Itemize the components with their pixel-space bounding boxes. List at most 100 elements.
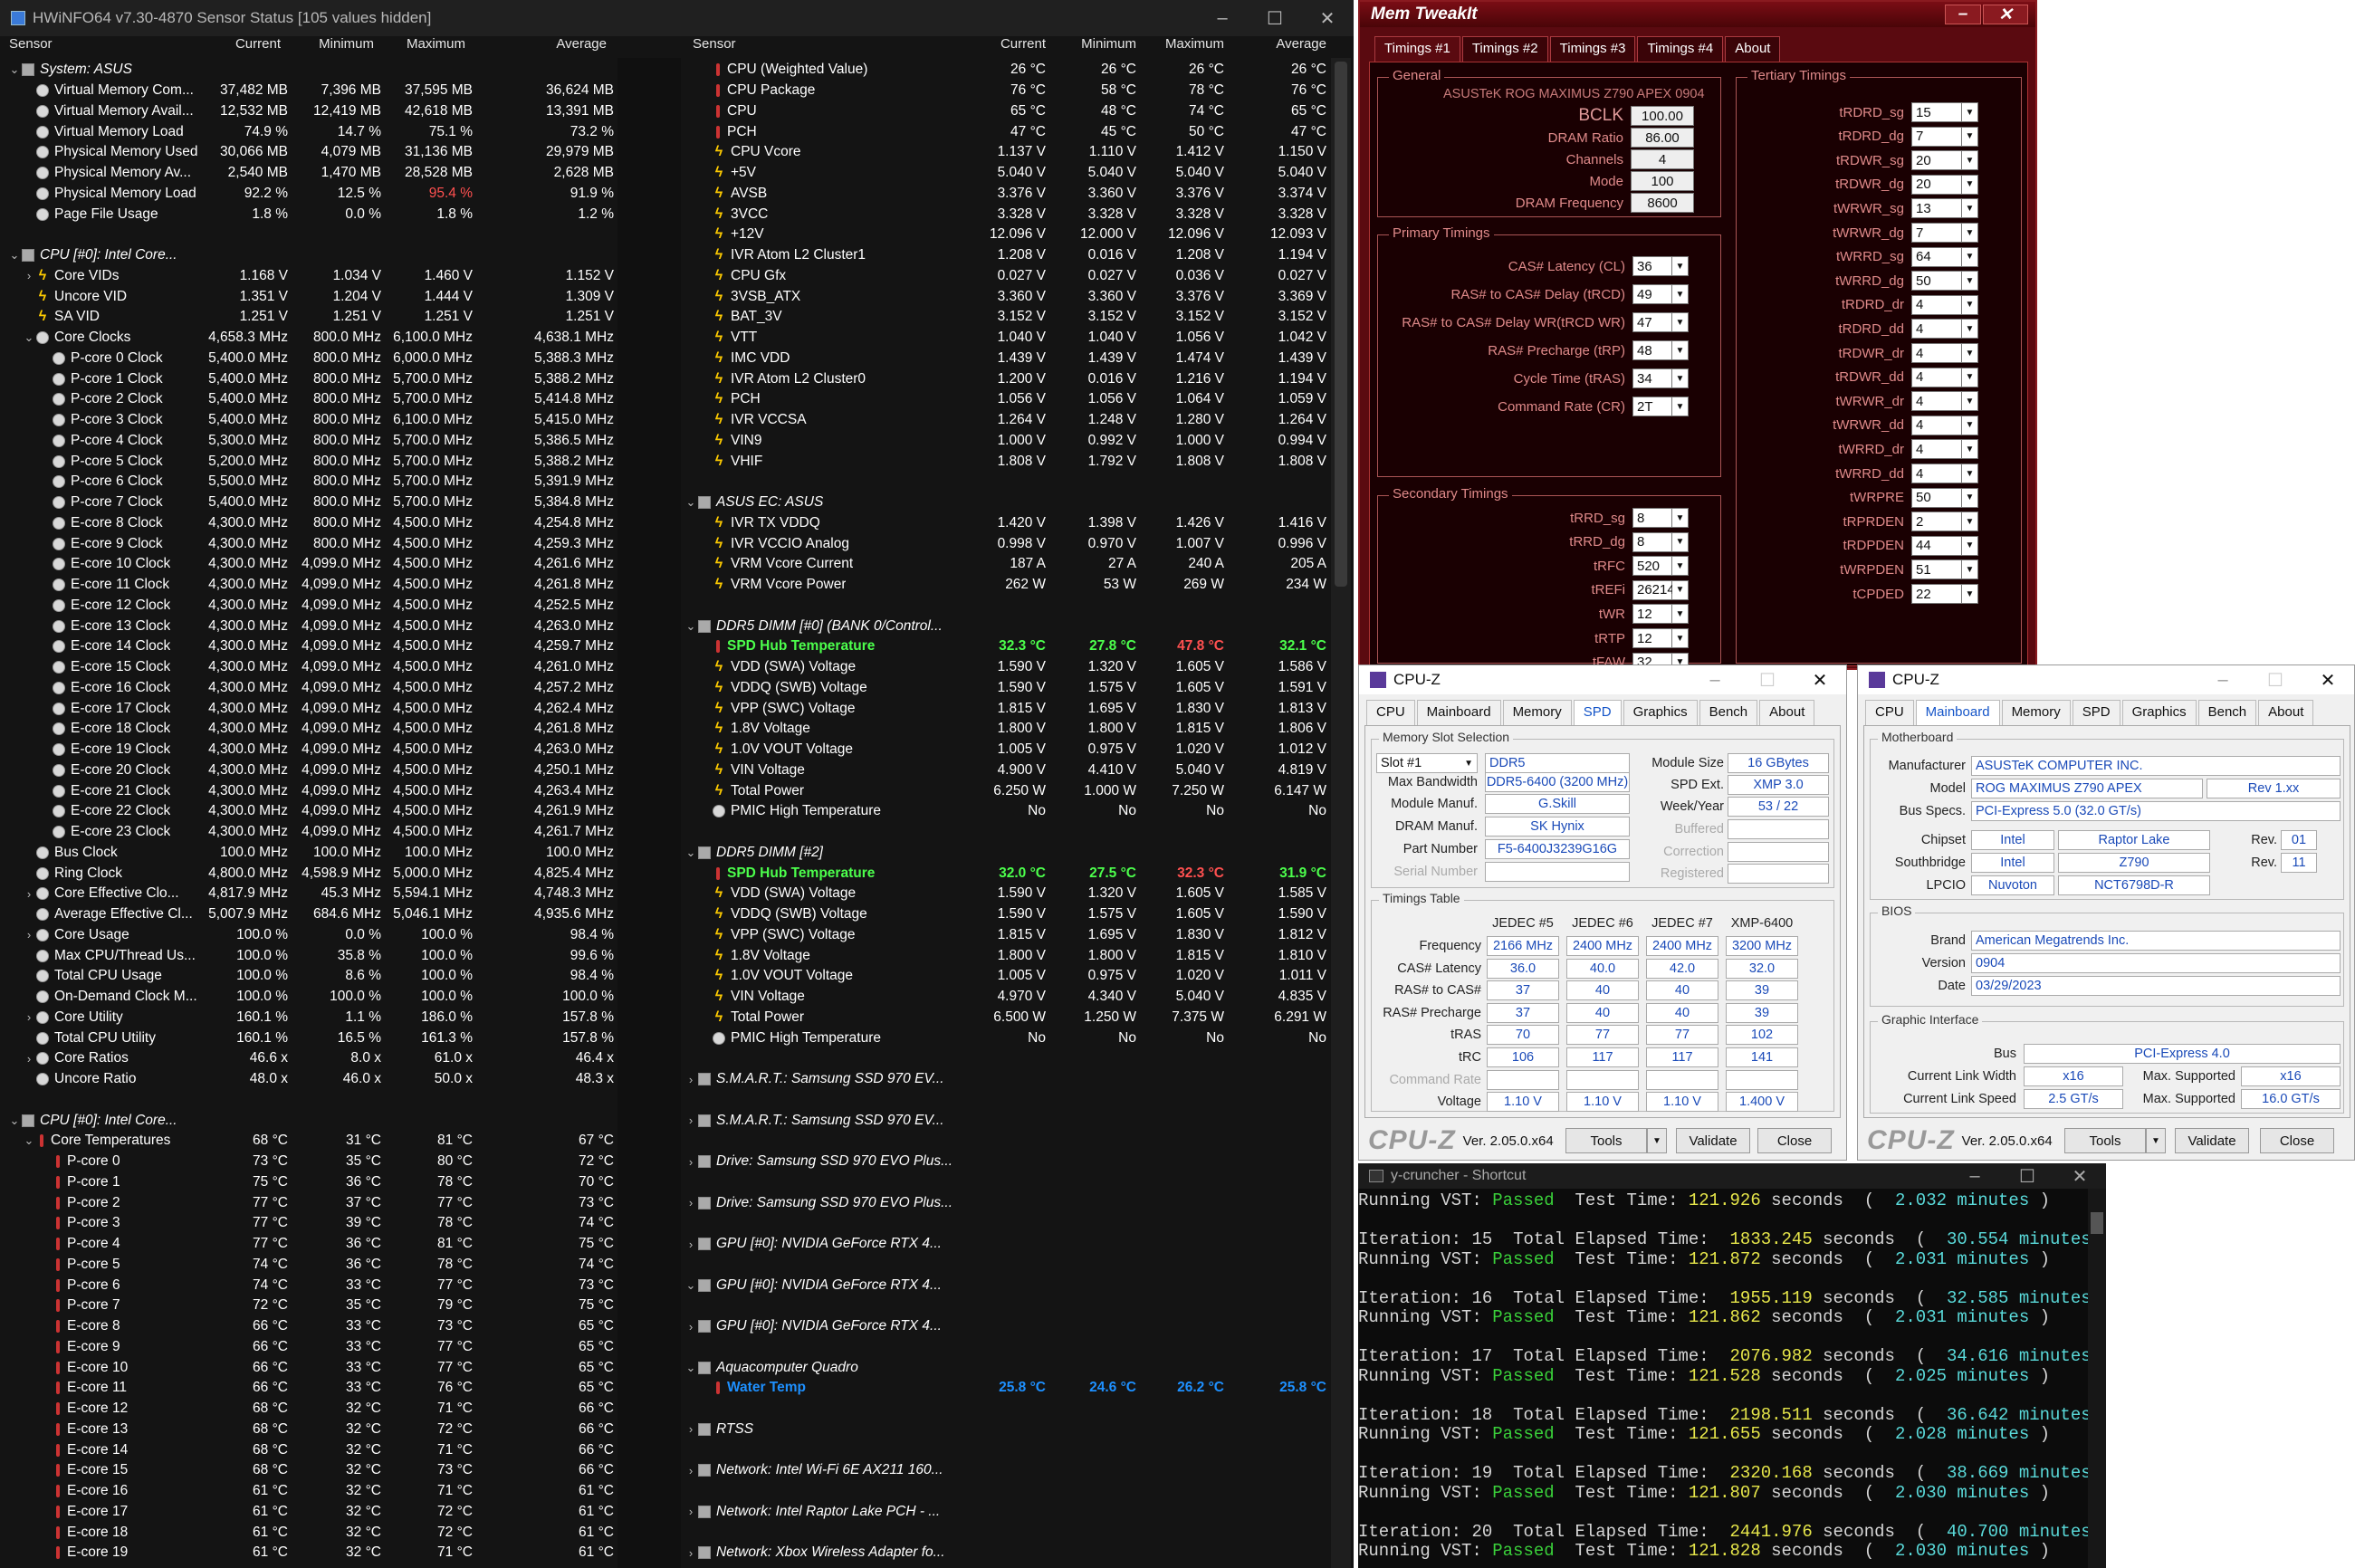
minimize-button[interactable]: –: [1196, 0, 1249, 36]
field-value[interactable]: 50: [1911, 487, 1962, 508]
sensor-row[interactable]: › Core Effective Clo... 4,817.9 MHz 45.3 MH…: [7, 884, 616, 904]
sensor-row[interactable]: Physical Memory Av... 2,540 MB 1,470 MB 28,…: [7, 163, 616, 184]
dropdown-arrow-icon[interactable]: ▼: [1962, 271, 1978, 292]
sensor-row[interactable]: E-core 14 68 °C 32 °C 71 °C 66 °C: [7, 1439, 616, 1460]
right-column-header[interactable]: Sensor Current Minimum Maximum Average: [684, 36, 1335, 58]
tab-cpu[interactable]: CPU: [1366, 700, 1415, 725]
sensor-row[interactable]: PCH 47 °C 45 °C 50 °C 47 °C: [684, 121, 1328, 142]
sensor-row[interactable]: ϟ VDD (SWA) Voltage 1.590 V 1.320 V 1.605 V 1…: [684, 884, 1328, 904]
expand-chevron-icon[interactable]: ›: [22, 1052, 36, 1066]
tab-graphics[interactable]: Graphics: [2121, 700, 2197, 725]
field-value[interactable]: 12: [1632, 604, 1672, 625]
right-scrollbar[interactable]: [1331, 58, 1351, 1568]
sensor-row[interactable]: ⌄ Core Temperatures 68 °C 31 °C 81 °C 67 °C: [7, 1131, 616, 1152]
sensor-row[interactable]: ϟ IVR Atom L2 Cluster0 1.200 V 0.016 V 1.216…: [684, 368, 1328, 389]
sensor-row[interactable]: ϟ IVR Atom L2 Cluster1 1.208 V 0.016 V 1.208…: [684, 245, 1328, 266]
expand-chevron-icon[interactable]: ›: [684, 1196, 698, 1209]
scrollbar-thumb[interactable]: [2091, 1212, 2103, 1234]
sensor-row[interactable]: P-core 4 Clock 5,300.0 MHz 800.0 MHz 5,700.…: [7, 431, 616, 452]
dropdown-arrow-icon[interactable]: ▼: [1962, 415, 1978, 435]
sensor-group-row[interactable]: ⌄ GPU [#0]: NVIDIA GeForce RTX 4...: [684, 1275, 1328, 1296]
maximize-button[interactable]: ☐: [2249, 665, 2302, 698]
tab-memory[interactable]: Memory: [1502, 700, 1572, 725]
tab-bench[interactable]: Bench: [2197, 700, 2257, 725]
tab-spd[interactable]: SPD: [2072, 700, 2120, 725]
sensor-row[interactable]: ϟ VDD (SWA) Voltage 1.590 V 1.320 V 1.605 V 1…: [684, 657, 1328, 678]
sensor-group-row[interactable]: › Drive: Samsung SSD 970 EVO Plus...: [684, 1192, 1328, 1213]
sensor-row[interactable]: CPU Package 76 °C 58 °C 78 °C 76 °C: [684, 81, 1328, 101]
field-value[interactable]: 4: [1911, 294, 1962, 315]
sensor-row[interactable]: E-core 23 Clock 4,300.0 MHz 4,099.0 MHz 4,5…: [7, 822, 616, 843]
field-value[interactable]: 520: [1632, 556, 1672, 577]
tab-memory[interactable]: Memory: [2001, 700, 2071, 725]
expand-chevron-icon[interactable]: ›: [22, 928, 36, 942]
cpuz-titlebar[interactable]: CPU-Z – ☐ ✕: [1359, 665, 1846, 694]
dropdown-arrow-icon[interactable]: ▼: [1672, 368, 1689, 388]
sensor-row[interactable]: ϟ IMC VDD 1.439 V 1.439 V 1.474 V 1.439 V: [684, 349, 1328, 369]
dropdown-arrow-icon[interactable]: ▼: [1962, 319, 1978, 339]
tab-timings-4[interactable]: Timings #4: [1637, 36, 1724, 62]
dropdown-arrow-icon[interactable]: ▼: [1672, 340, 1689, 360]
header-current[interactable]: Current: [190, 36, 281, 52]
sensor-row[interactable]: ϟ VIN Voltage 4.900 V 4.410 V 5.040 V 4.819 V: [684, 760, 1328, 781]
sensor-group-row[interactable]: › RTSS: [684, 1420, 1328, 1440]
field-value[interactable]: 7: [1911, 126, 1962, 147]
dropdown-arrow-icon[interactable]: ▼: [1672, 312, 1689, 332]
tab-mainboard[interactable]: Mainboard: [1416, 700, 1501, 725]
close-button[interactable]: ✕: [1794, 665, 1846, 698]
dropdown-arrow-icon[interactable]: ▼: [1672, 256, 1689, 276]
expand-chevron-icon[interactable]: ›: [684, 1155, 698, 1169]
tab-about[interactable]: About: [1759, 700, 1815, 725]
sensor-row[interactable]: Total CPU Usage 100.0 % 8.6 % 100.0 % 98.4 %: [7, 966, 616, 987]
sensor-row[interactable]: ⌄ Core Clocks 4,658.3 MHz 800.0 MHz 6,100.0 …: [7, 328, 616, 349]
sensor-group-row[interactable]: ⌄ Aquacomputer Quadro: [684, 1357, 1328, 1378]
tab-timings-2[interactable]: Timings #2: [1461, 36, 1548, 62]
field-value[interactable]: 8: [1632, 531, 1672, 552]
sensor-row[interactable]: P-core 6 Clock 5,500.0 MHz 800.0 MHz 5,700.…: [7, 472, 616, 492]
close-button[interactable]: ✕: [1983, 5, 2028, 24]
sensor-row[interactable]: ϟ SA VID 1.251 V 1.251 V 1.251 V 1.251 V: [7, 307, 616, 328]
sensor-row[interactable]: E-core 16 Clock 4,300.0 MHz 4,099.0 MHz 4,5…: [7, 678, 616, 699]
sensor-row[interactable]: ϟ PCH 1.056 V 1.056 V 1.064 V 1.059 V: [684, 389, 1328, 410]
tools-dropdown-icon[interactable]: ▼: [2146, 1128, 2166, 1153]
field-value[interactable]: 4: [1911, 367, 1962, 387]
expand-chevron-icon[interactable]: ›: [22, 1010, 36, 1024]
sensor-row[interactable]: Virtual Memory Load 74.9 % 14.7 % 75.1 % 73.…: [7, 121, 616, 142]
field-value[interactable]: 44: [1911, 535, 1962, 556]
sensor-row[interactable]: Max CPU/Thread Us... 100.0 % 35.8 % 100.0 %…: [7, 945, 616, 966]
sensor-row[interactable]: PMIC High Temperature No No No No: [684, 801, 1328, 822]
field-value[interactable]: 8: [1632, 508, 1672, 528]
sensor-row[interactable]: E-core 22 Clock 4,300.0 MHz 4,099.0 MHz 4,5…: [7, 801, 616, 822]
tab-mainboard[interactable]: Mainboard: [1915, 700, 2000, 725]
sensor-row[interactable]: E-core 17 Clock 4,300.0 MHz 4,099.0 MHz 4,5…: [7, 698, 616, 719]
tab-about[interactable]: About: [1725, 36, 1781, 62]
sensor-row[interactable]: Page File Usage 1.8 % 0.0 % 1.8 % 1.2 %: [7, 204, 616, 225]
dropdown-arrow-icon[interactable]: ▼: [1672, 531, 1689, 552]
validate-button[interactable]: Validate: [2175, 1128, 2249, 1153]
sensor-row[interactable]: E-core 18 Clock 4,300.0 MHz 4,099.0 MHz 4,5…: [7, 719, 616, 740]
sensor-row[interactable]: P-core 4 77 °C 36 °C 81 °C 75 °C: [7, 1234, 616, 1255]
tab-timings-1[interactable]: Timings #1: [1374, 36, 1460, 62]
sensor-row[interactable]: ϟ VDDQ (SWB) Voltage 1.590 V 1.575 V 1.605 V…: [684, 678, 1328, 699]
dropdown-arrow-icon[interactable]: ▼: [1962, 559, 1978, 580]
sensor-row[interactable]: E-core 17 61 °C 32 °C 72 °C 61 °C: [7, 1502, 616, 1523]
field-value[interactable]: 47: [1632, 312, 1672, 332]
sensor-row[interactable]: P-core 1 75 °C 36 °C 78 °C 70 °C: [7, 1172, 616, 1193]
field-value[interactable]: 51: [1911, 559, 1962, 580]
expand-chevron-icon[interactable]: ›: [22, 887, 36, 901]
sensor-row[interactable]: › Core Utility 160.1 % 1.1 % 186.0 % 157.8 %: [7, 1008, 616, 1028]
sensor-row[interactable]: ϟ 1.0V VOUT Voltage 1.005 V 0.975 V 1.020 V 1…: [684, 740, 1328, 760]
sensor-row[interactable]: ϟ VTT 1.040 V 1.040 V 1.056 V 1.042 V: [684, 328, 1328, 349]
close-app-button[interactable]: Close: [1757, 1128, 1832, 1153]
sensor-row[interactable]: Uncore Ratio 48.0 x 46.0 x 50.0 x 48.3 x: [7, 1069, 616, 1090]
field-value[interactable]: 4: [1911, 391, 1962, 412]
minimize-button[interactable]: –: [1948, 1163, 2001, 1189]
dropdown-arrow-icon[interactable]: ▼: [1962, 512, 1978, 532]
dropdown-arrow-icon[interactable]: ▼: [1672, 284, 1689, 304]
field-value[interactable]: 2: [1911, 512, 1962, 532]
dropdown-arrow-icon[interactable]: ▼: [1962, 150, 1978, 171]
sensor-row[interactable]: Ring Clock 4,800.0 MHz 4,598.9 MHz 5,000.0 …: [7, 863, 616, 884]
dropdown-arrow-icon[interactable]: ▼: [1672, 397, 1689, 416]
sensor-row[interactable]: E-core 15 Clock 4,300.0 MHz 4,099.0 MHz 4,5…: [7, 657, 616, 678]
field-value[interactable]: 7: [1911, 223, 1962, 243]
